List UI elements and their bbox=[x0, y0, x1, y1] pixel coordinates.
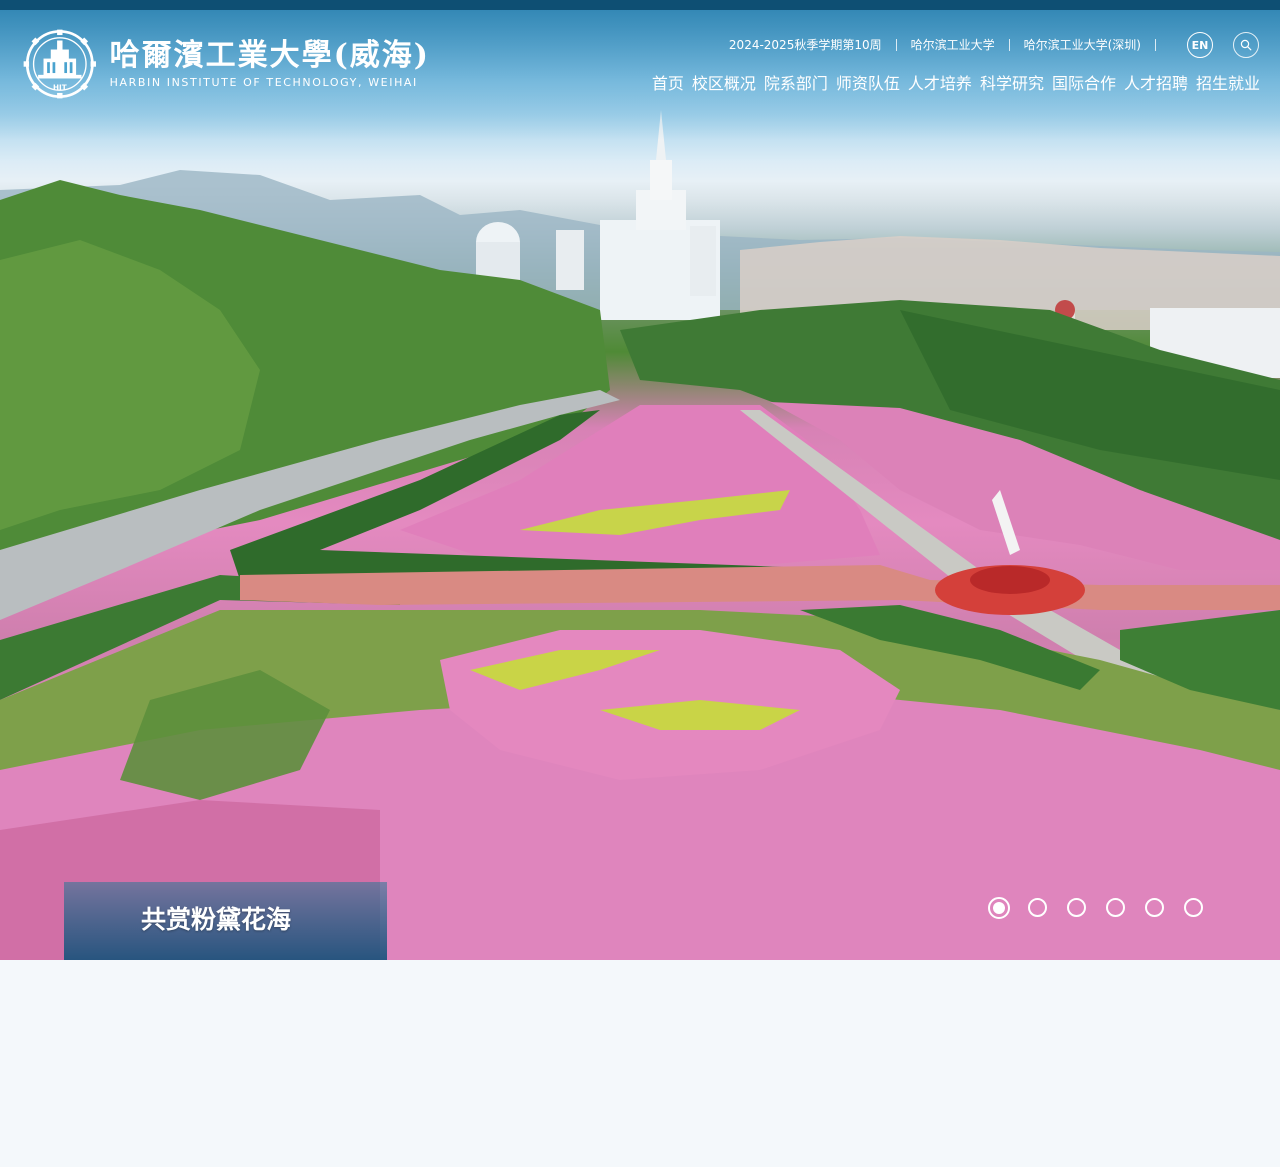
slider-dot-3[interactable] bbox=[1067, 898, 1086, 917]
hit-shenzhen-link[interactable]: 哈尔滨工业大学(深圳) bbox=[1010, 35, 1155, 55]
slider-dot-2[interactable] bbox=[1028, 898, 1047, 917]
main-nav: 首页 校区概况 院系部门 师资队伍 人才培养 科学研究 国际合作 人才招聘 招生… bbox=[644, 72, 1260, 96]
hit-emblem-icon: HIT bbox=[23, 29, 96, 99]
content-area bbox=[0, 960, 1280, 1167]
divider bbox=[1155, 39, 1156, 51]
site-logo[interactable]: HIT 哈爾濱工業大學(威海) HARBIN INSTITUTE OF TECH… bbox=[20, 24, 430, 104]
nav-admissions[interactable]: 招生就业 bbox=[1196, 72, 1260, 96]
top-strip bbox=[0, 0, 1280, 10]
nav-faculty[interactable]: 师资队伍 bbox=[836, 72, 900, 96]
nav-recruitment[interactable]: 人才招聘 bbox=[1124, 72, 1188, 96]
emblem-text: HIT bbox=[53, 82, 67, 91]
slide-caption-panel[interactable]: 共赏粉黛花海 bbox=[64, 882, 387, 960]
nav-campus-overview[interactable]: 校区概况 bbox=[692, 72, 756, 96]
logo-english-name: HARBIN INSTITUTE OF TECHNOLOGY, WEIHAI bbox=[109, 76, 418, 89]
utility-links: 2024-2025秋季学期第10周 哈尔滨工业大学 哈尔滨工业大学(深圳) bbox=[715, 35, 1156, 55]
hit-main-link[interactable]: 哈尔滨工业大学 bbox=[897, 35, 1009, 55]
nav-education[interactable]: 人才培养 bbox=[908, 72, 972, 96]
logo-chinese-name: 哈爾濱工業大學(威海) bbox=[109, 38, 430, 73]
search-button[interactable] bbox=[1233, 32, 1259, 58]
hero-banner[interactable]: HIT 哈爾濱工業大學(威海) HARBIN INSTITUTE OF TECH… bbox=[0, 10, 1280, 960]
campus-photo bbox=[0, 110, 1280, 960]
nav-home[interactable]: 首页 bbox=[652, 72, 684, 96]
slider-dot-1[interactable] bbox=[988, 896, 1010, 919]
nav-research[interactable]: 科学研究 bbox=[980, 72, 1044, 96]
slider-dot-4[interactable] bbox=[1106, 898, 1125, 917]
slider-dots bbox=[988, 896, 1203, 919]
nav-international[interactable]: 国际合作 bbox=[1052, 72, 1116, 96]
search-icon bbox=[1240, 39, 1252, 51]
english-language-button[interactable]: EN bbox=[1187, 32, 1213, 58]
slider-dot-6[interactable] bbox=[1184, 898, 1203, 917]
slider-dot-5[interactable] bbox=[1145, 898, 1164, 917]
nav-departments[interactable]: 院系部门 bbox=[764, 72, 828, 96]
slide-caption: 共赏粉黛花海 bbox=[141, 905, 292, 934]
semester-week-link[interactable]: 2024-2025秋季学期第10周 bbox=[715, 35, 896, 55]
